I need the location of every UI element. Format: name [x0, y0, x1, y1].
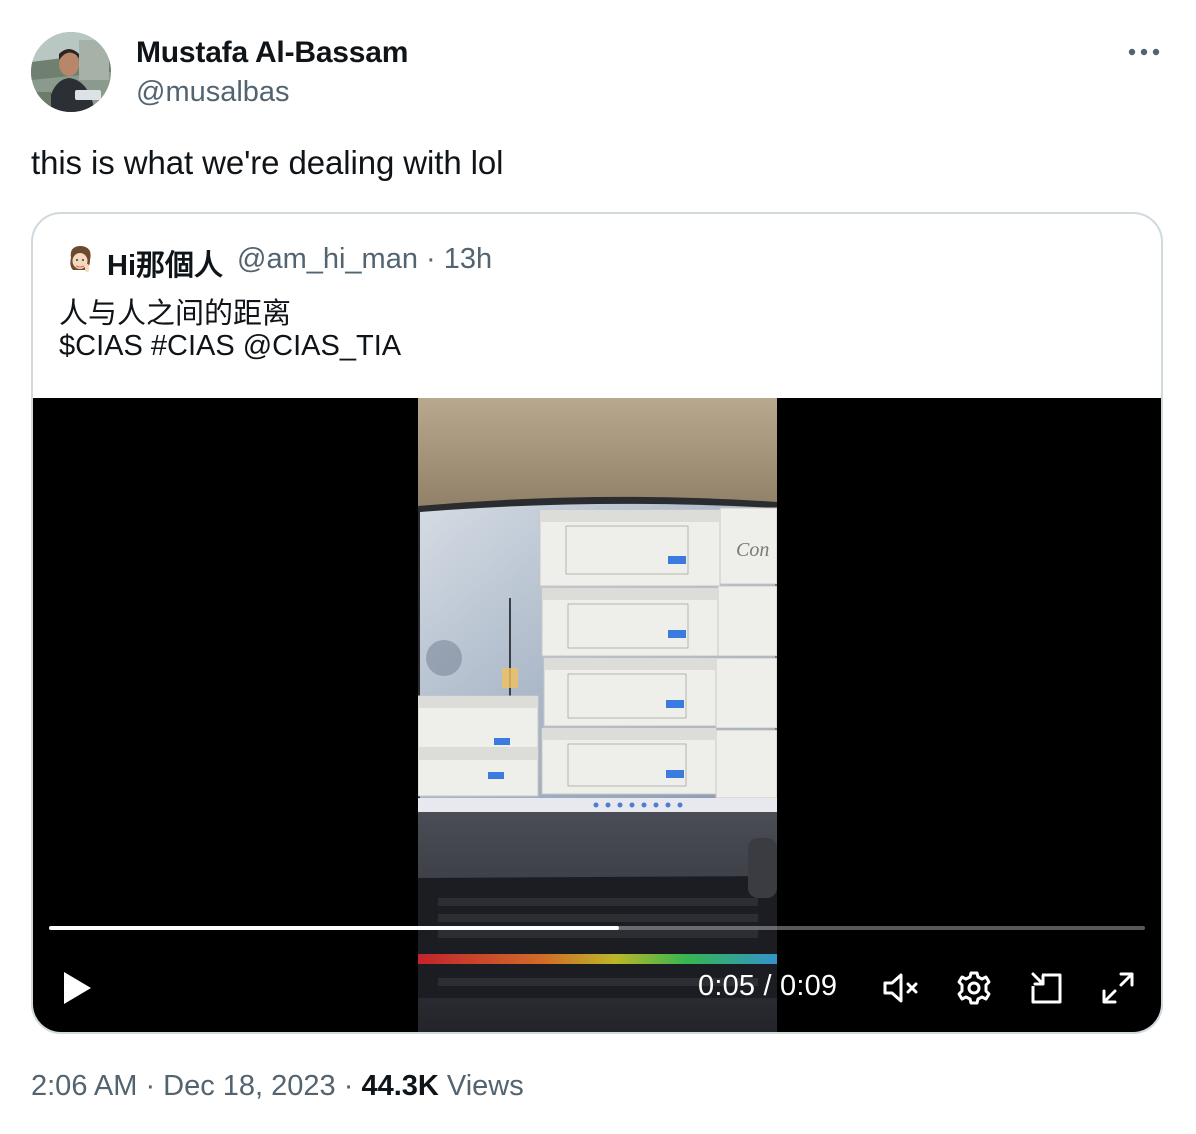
screen-window-text: Con — [736, 539, 769, 561]
video-progress-fill — [49, 926, 619, 930]
video-player[interactable]: Con 0:05 / 0:09 — [33, 398, 1161, 1032]
picture-in-picture-icon — [1031, 972, 1062, 1004]
quoted-tweet-card[interactable]: Hi那個人 @am_hi_man · 13h 人与人之间的距离 $CIAS #C… — [31, 212, 1163, 1034]
gear-icon — [957, 971, 991, 1005]
settings-button[interactable] — [953, 968, 995, 1008]
more-options-button[interactable] — [1122, 36, 1166, 68]
fullscreen-icon — [1102, 972, 1134, 1004]
quoted-text-line-2: $CIAS #CIAS @CIAS_TIA — [59, 330, 402, 362]
fullscreen-button[interactable] — [1097, 968, 1139, 1008]
views-label: Views — [438, 1070, 524, 1102]
quoted-author-meta[interactable]: @am_hi_man · 13h — [237, 243, 492, 276]
video-time: 0:05 / 0:09 — [698, 970, 838, 1002]
tweet-timestamp[interactable]: 2:06 AM · Dec 18, 2023 · — [31, 1070, 361, 1102]
quoted-user-avatar-icon — [63, 242, 97, 276]
author-avatar[interactable] — [31, 32, 111, 112]
play-button[interactable] — [57, 966, 97, 1010]
tweet-text: this is what we're dealing with lol — [31, 144, 504, 181]
muted-speaker-icon — [883, 973, 918, 1003]
quoted-text-line-1: 人与人之间的距离 — [59, 298, 292, 330]
quoted-avatar[interactable] — [63, 242, 97, 276]
picture-in-picture-button[interactable] — [1025, 968, 1067, 1008]
play-icon — [64, 972, 91, 1004]
tweet-footer: 2:06 AM · Dec 18, 2023 · 44.3K Views — [31, 1070, 524, 1103]
video-progress-bar[interactable] — [49, 926, 1145, 930]
user-avatar-icon — [31, 32, 111, 112]
video-frame: Con — [418, 398, 777, 1032]
author-name[interactable]: Mustafa Al-Bassam — [136, 36, 408, 70]
more-dots-icon — [1128, 48, 1160, 56]
quoted-author-name[interactable]: Hi那個人 — [107, 242, 223, 284]
author-handle[interactable]: @musalbas — [136, 76, 290, 109]
unmute-button[interactable] — [879, 968, 923, 1008]
views-count[interactable]: 44.3K — [361, 1070, 438, 1102]
